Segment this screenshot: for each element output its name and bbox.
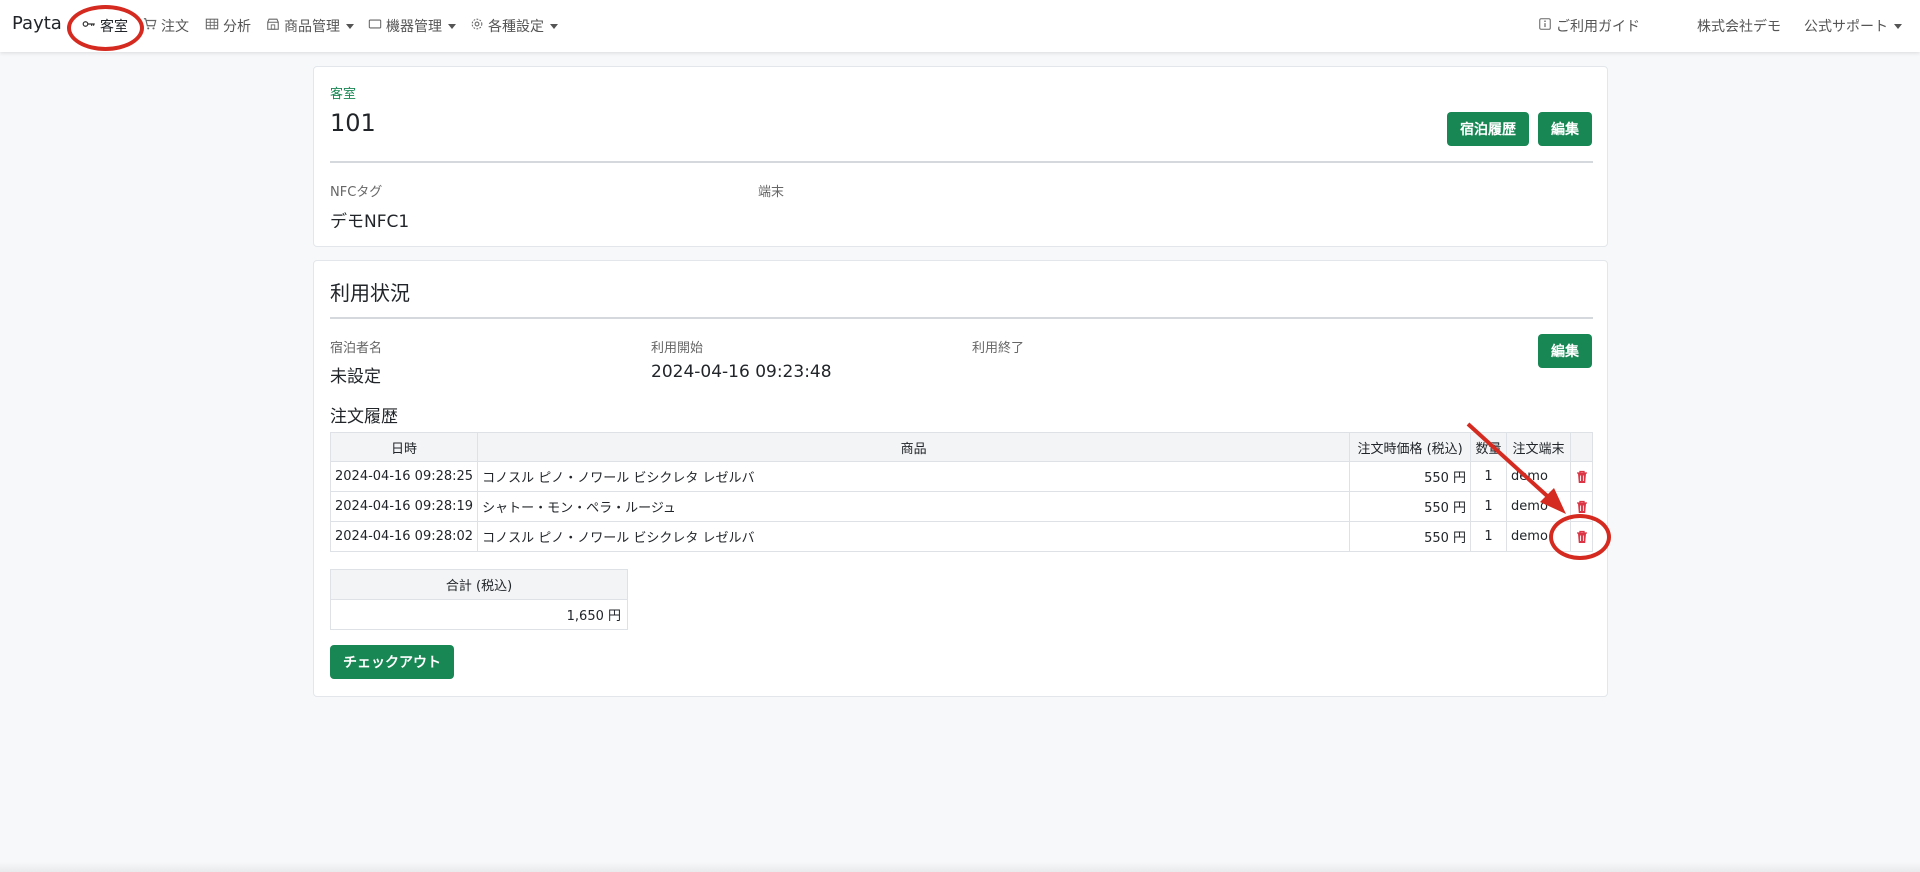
table-icon (205, 17, 219, 35)
order-price: 550 円 (1349, 521, 1472, 552)
nav-item-analytics[interactable]: 分析 (205, 16, 251, 36)
chevron-down-icon (448, 23, 456, 29)
column-header-terminal: 注文端末 (1506, 432, 1571, 462)
room-edit-button[interactable]: 編集 (1538, 112, 1592, 146)
column-header-actions (1570, 432, 1593, 462)
column-header-qty: 数量 (1470, 432, 1508, 462)
table-header-row: 日時 商品 注文時価格 (税込) 数量 注文端末 (329, 432, 1593, 462)
nav-item-devices[interactable]: 機器管理 (368, 16, 456, 36)
nav-item-rooms[interactable]: 客室 (82, 16, 128, 36)
nav-label-rooms: 客室 (100, 19, 128, 35)
nav-item-company[interactable]: 株式会社デモ (1697, 16, 1781, 36)
order-terminal: demo (1506, 521, 1571, 552)
nfc-tag-value: デモNFC1 (330, 212, 410, 232)
nav-label-settings: 各種設定 (488, 19, 544, 35)
trash-icon[interactable] (1575, 500, 1588, 514)
table-row: 2024-04-16 09:28:19 シャトー・モン・ペラ・ルージュ 550 … (329, 491, 1593, 522)
divider (330, 161, 1593, 163)
start-label: 利用開始 (651, 341, 704, 356)
guest-name-value: 未設定 (330, 367, 381, 387)
delete-order-cell (1570, 461, 1593, 492)
order-terminal: demo (1506, 461, 1571, 492)
order-datetime: 2024-04-16 09:28:25 (329, 461, 479, 492)
order-history-title: 注文履歴 (330, 407, 398, 427)
nav-item-orders[interactable]: 注文 (143, 16, 189, 36)
delete-order-cell (1570, 491, 1593, 522)
gear-icon (470, 17, 484, 35)
nav-label-products: 商品管理 (284, 19, 340, 35)
window-bottom-edge (0, 862, 1920, 872)
nav-item-settings[interactable]: 各種設定 (470, 16, 558, 36)
column-header-price: 注文時価格 (税込) (1349, 432, 1472, 462)
end-label: 利用終了 (972, 341, 1025, 356)
order-product: コノスル ピノ・ノワール ビシクレタ レゼルバ (477, 461, 1351, 492)
order-product: シャトー・モン・ペラ・ルージュ (477, 491, 1351, 522)
order-datetime: 2024-04-16 09:28:02 (329, 521, 479, 552)
total-label: 合計 (税込) (330, 569, 628, 600)
nav-label-analytics: 分析 (223, 19, 251, 35)
nav-item-products[interactable]: 商品管理 (266, 16, 354, 36)
device-icon (368, 17, 382, 35)
order-price: 550 円 (1349, 461, 1472, 492)
order-terminal: demo (1506, 491, 1571, 522)
stay-history-button[interactable]: 宿泊履歴 (1447, 112, 1529, 146)
order-qty: 1 (1470, 461, 1508, 492)
terminal-label: 端末 (758, 185, 785, 200)
column-header-product: 商品 (477, 432, 1351, 462)
divider (330, 317, 1593, 319)
table-row: 2024-04-16 09:28:02 コノスル ピノ・ノワール ビシクレタ レ… (329, 521, 1593, 552)
info-icon (1538, 17, 1552, 35)
order-price: 550 円 (1349, 491, 1472, 522)
nav-label-company: 株式会社デモ (1697, 19, 1781, 35)
start-value: 2024-04-16 09:23:48 (651, 362, 832, 382)
usage-title: 利用状況 (330, 281, 410, 305)
top-navbar: Payta 客室 注文 分析 商品管理 機器管理 各種設定 ご利用ガイド 株式会… (0, 0, 1920, 52)
nav-item-guide[interactable]: ご利用ガイド (1538, 16, 1640, 36)
chevron-down-icon (1894, 23, 1902, 29)
order-qty: 1 (1470, 491, 1508, 522)
chevron-down-icon (346, 23, 354, 29)
key-icon (82, 17, 96, 35)
nfc-tag-label: NFCタグ (330, 185, 383, 200)
brand-logo[interactable]: Payta (12, 13, 62, 34)
checkout-button[interactable]: チェックアウト (330, 645, 454, 679)
total-table: 合計 (税込) 1,650 円 (330, 569, 628, 630)
delete-order-cell (1570, 521, 1593, 552)
chevron-down-icon (550, 23, 558, 29)
nav-item-support[interactable]: 公式サポート (1804, 16, 1902, 36)
column-header-datetime: 日時 (329, 432, 479, 462)
usage-card: 利用状況 宿泊者名 未設定 利用開始 2024-04-16 09:23:48 利… (313, 260, 1608, 697)
table-row: 2024-04-16 09:28:25 コノスル ピノ・ノワール ビシクレタ レ… (329, 461, 1593, 492)
order-history-table: 日時 商品 注文時価格 (税込) 数量 注文端末 2024-04-16 09:2… (329, 432, 1593, 552)
order-qty: 1 (1470, 521, 1508, 552)
usage-edit-button[interactable]: 編集 (1538, 334, 1592, 368)
total-value: 1,650 円 (330, 599, 628, 630)
cart-icon (143, 17, 157, 35)
order-product: コノスル ピノ・ノワール ビシクレタ レゼルバ (477, 521, 1351, 552)
order-datetime: 2024-04-16 09:28:19 (329, 491, 479, 522)
trash-icon[interactable] (1575, 470, 1588, 484)
room-section-label: 客室 (330, 87, 357, 102)
nav-label-guide: ご利用ガイド (1556, 19, 1640, 35)
shop-icon (266, 17, 280, 35)
trash-icon[interactable] (1575, 530, 1588, 544)
guest-name-label: 宿泊者名 (330, 341, 383, 356)
nav-label-orders: 注文 (161, 19, 189, 35)
nav-label-support: 公式サポート (1804, 19, 1888, 35)
nav-label-devices: 機器管理 (386, 19, 442, 35)
room-number: 101 (330, 109, 376, 137)
room-card: 客室 101 宿泊履歴 編集 NFCタグ デモNFC1 端末 (313, 66, 1608, 247)
